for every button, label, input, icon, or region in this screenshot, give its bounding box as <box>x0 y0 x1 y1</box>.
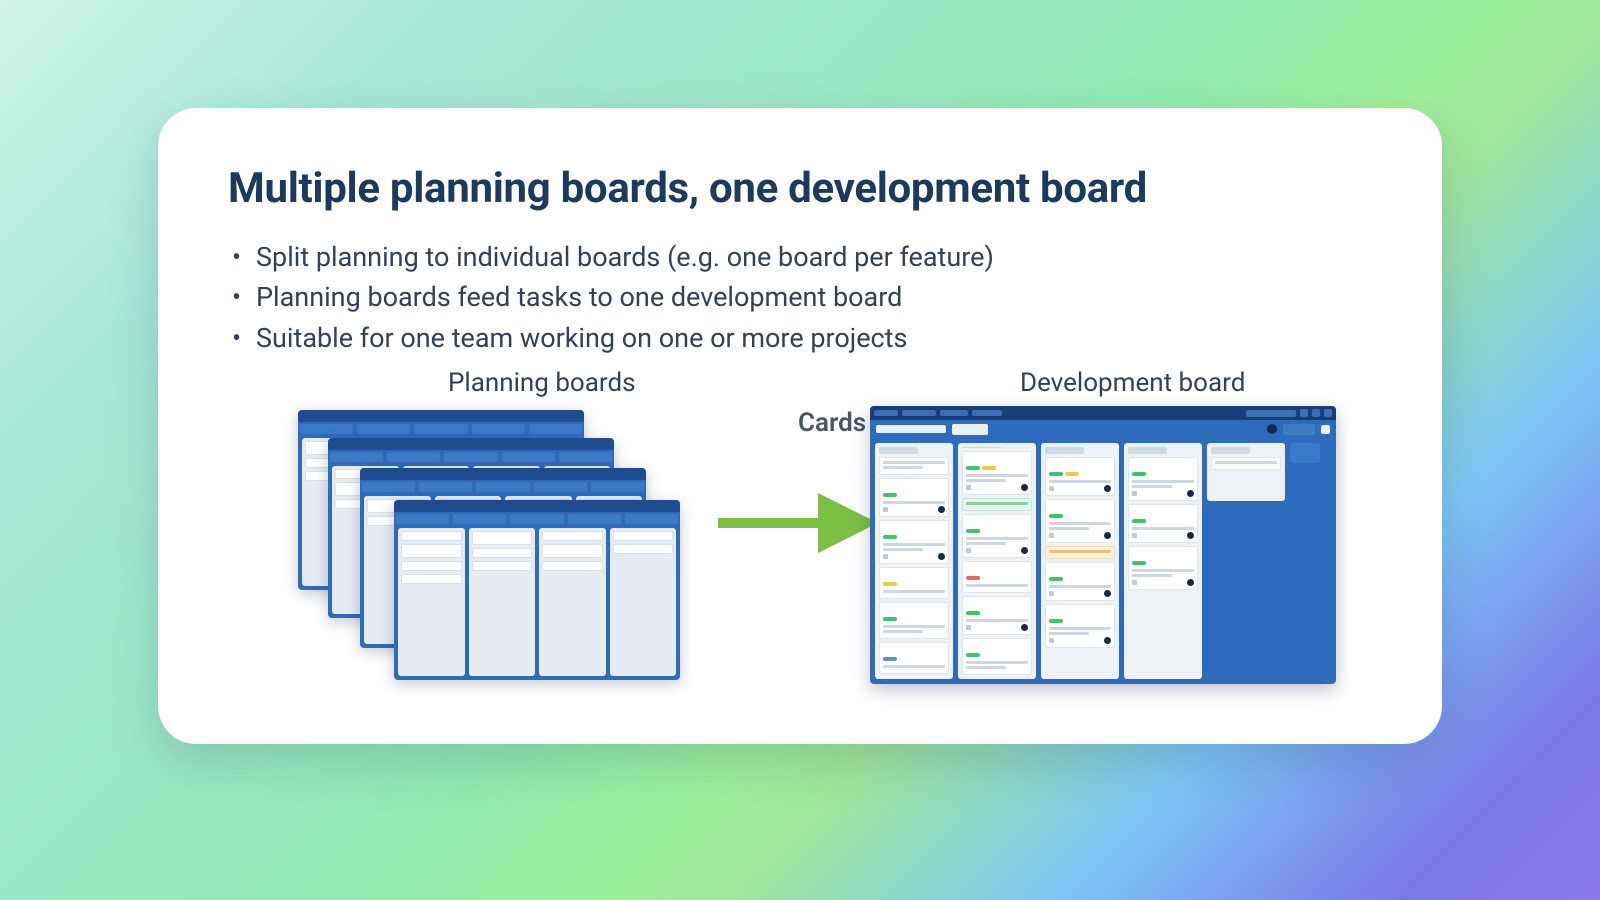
board-list <box>1124 443 1202 679</box>
slide-background: Multiple planning boards, one developmen… <box>0 0 1600 900</box>
diagram-area: Planning boards Development board Cards <box>158 368 1442 744</box>
planning-board-thumbnail <box>394 500 680 680</box>
board-list <box>1207 443 1285 501</box>
flow-arrow-icon <box>708 468 888 568</box>
board-list <box>875 443 953 679</box>
bullet-item: Planning boards feed tasks to one develo… <box>256 279 1372 315</box>
board-columns <box>870 438 1336 684</box>
trello-topbar <box>870 406 1336 420</box>
bullet-item: Suitable for one team working on one or … <box>256 320 1372 356</box>
bullet-list: Split planning to individual boards (e.g… <box>228 239 1372 356</box>
board-list <box>1041 443 1119 679</box>
bullet-item: Split planning to individual boards (e.g… <box>256 239 1372 275</box>
board-header <box>870 420 1336 438</box>
board-list <box>958 443 1036 679</box>
planning-boards-stack <box>298 410 678 690</box>
slide-title: Multiple planning boards, one developmen… <box>228 164 1372 213</box>
development-board-thumbnail <box>870 406 1336 684</box>
arrow-label: Cards <box>798 408 866 438</box>
add-list-button <box>1290 443 1320 463</box>
development-board-label: Development board <box>1020 368 1245 398</box>
slide-card: Multiple planning boards, one developmen… <box>158 108 1442 744</box>
planning-boards-label: Planning boards <box>448 368 636 398</box>
